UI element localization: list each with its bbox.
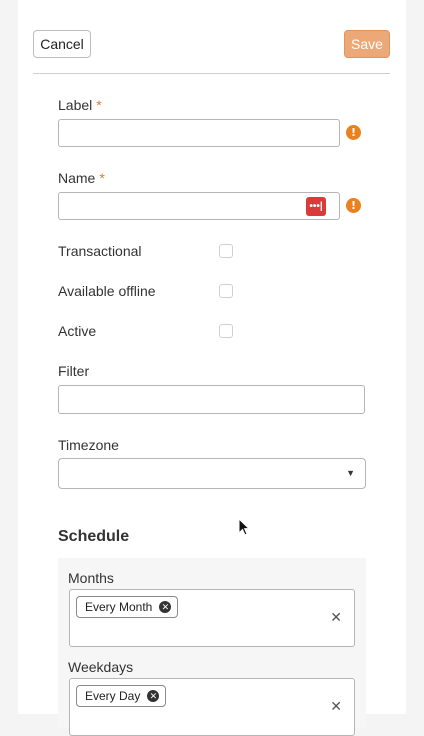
remove-tag-icon[interactable]: ✕ (159, 601, 172, 613)
schedule-panel: Months Every Month ✕ ✕ Weekdays Every Da… (58, 558, 366, 736)
weekdays-tag: Every Day ✕ (76, 685, 167, 707)
chevron-down-icon: ▼ (346, 468, 355, 478)
label-field-label: Label * (58, 97, 102, 113)
name-field-label: Name * (58, 170, 105, 186)
weekdays-tag-label: Every Day (85, 689, 141, 703)
months-tag-input[interactable]: Every Month ✕ ✕ (69, 589, 355, 647)
name-field-text: Name (58, 170, 96, 186)
months-tag-label: Every Month (85, 600, 153, 614)
schedule-title: Schedule (58, 528, 130, 545)
transactional-label: Transactional (58, 243, 142, 259)
months-label: Months (68, 570, 114, 586)
weekdays-label: Weekdays (68, 659, 134, 675)
password-manager-icon[interactable]: •••| (306, 197, 326, 216)
warning-icon: ! (346, 125, 361, 140)
timezone-label: Timezone (58, 437, 119, 453)
label-field-text: Label (58, 97, 93, 113)
cancel-button[interactable]: Cancel (33, 30, 91, 58)
clear-icon[interactable]: ✕ (330, 698, 342, 715)
available-offline-label: Available offline (58, 283, 156, 299)
label-input[interactable] (58, 119, 340, 147)
mouse-cursor-icon (238, 518, 251, 536)
form-toolbar: Cancel Save (33, 30, 390, 74)
required-mark: * (99, 170, 105, 186)
name-input[interactable]: •••| (58, 192, 340, 220)
required-mark: * (96, 97, 102, 113)
months-tag: Every Month ✕ (76, 596, 179, 618)
active-checkbox[interactable] (219, 324, 233, 338)
warning-icon: ! (346, 198, 361, 213)
remove-tag-icon[interactable]: ✕ (147, 690, 160, 702)
active-label: Active (58, 323, 97, 339)
available-offline-checkbox[interactable] (219, 284, 233, 298)
save-button[interactable]: Save (344, 30, 390, 58)
weekdays-tag-input[interactable]: Every Day ✕ ✕ (69, 678, 355, 736)
filter-input[interactable] (58, 385, 365, 414)
clear-icon[interactable]: ✕ (330, 609, 342, 626)
transactional-checkbox[interactable] (219, 244, 233, 258)
timezone-select[interactable]: ▼ (58, 458, 366, 489)
filter-label: Filter (58, 363, 90, 379)
